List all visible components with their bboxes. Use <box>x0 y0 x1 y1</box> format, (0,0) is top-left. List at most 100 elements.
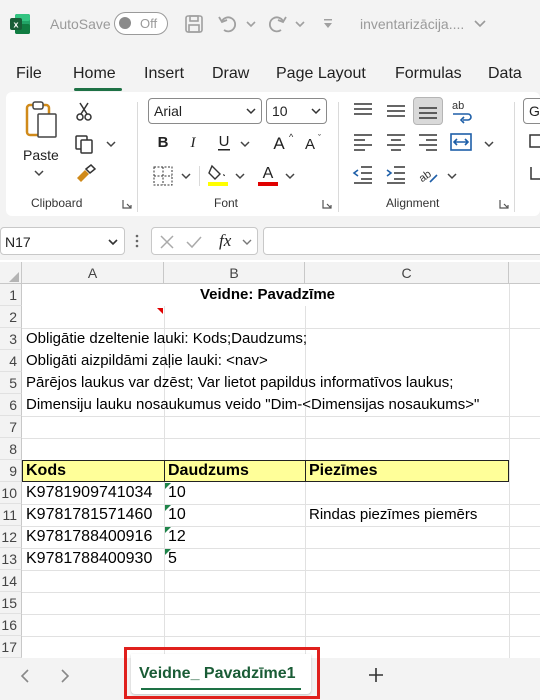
wrap-text-icon[interactable]: ab <box>450 98 476 124</box>
column-header-a[interactable]: A <box>22 262 164 284</box>
tab-insert[interactable]: Insert <box>144 65 184 83</box>
tab-data[interactable]: Data <box>488 65 522 83</box>
document-title[interactable]: inventarizācija.... <box>360 16 464 32</box>
formula-input[interactable] <box>263 227 540 255</box>
borders-chevron-icon[interactable] <box>180 171 192 181</box>
row-header[interactable]: 4 <box>0 350 22 372</box>
increase-font-size-icon[interactable]: A ^ <box>270 131 294 153</box>
note-cell[interactable]: Obligāti aizpildāmi zaļie lauki: <nav> <box>22 350 268 372</box>
daudzums-cell[interactable]: 12 <box>164 526 186 548</box>
kods-cell[interactable]: K9781781571460 <box>22 504 152 526</box>
align-top-icon[interactable] <box>351 100 375 122</box>
merge-chevron-icon[interactable] <box>483 139 495 149</box>
decrease-font-size-icon[interactable]: Aˇ <box>302 133 324 153</box>
paste-label[interactable]: Paste <box>23 147 59 163</box>
row-header[interactable]: 17 <box>0 636 22 658</box>
row-header[interactable]: 2 <box>0 306 22 328</box>
row-header[interactable]: 11 <box>0 504 22 526</box>
kods-cell[interactable]: K9781788400916 <box>22 526 152 548</box>
font-launcher-icon[interactable] <box>322 199 332 209</box>
bold-icon[interactable]: B <box>154 133 172 151</box>
undo-icon[interactable] <box>216 12 240 36</box>
copy-chevron-down-icon[interactable] <box>105 139 117 149</box>
align-center-icon[interactable] <box>384 131 408 153</box>
row-header[interactable]: 8 <box>0 438 22 460</box>
italic-icon[interactable]: I <box>184 133 202 151</box>
number-format-select[interactable]: Ge <box>523 98 540 124</box>
align-middle-icon[interactable] <box>384 100 408 122</box>
row-header[interactable]: 15 <box>0 592 22 614</box>
row-header[interactable]: 3 <box>0 328 22 350</box>
sheet-title-cell[interactable]: Veidne: Pavadzīme <box>22 284 509 306</box>
column-header-d[interactable] <box>509 262 540 284</box>
row-header[interactable]: 13 <box>0 548 22 570</box>
font-size-select[interactable]: 10 <box>266 98 327 124</box>
underline-icon[interactable]: U <box>215 132 235 152</box>
confirm-entry-icon[interactable] <box>185 234 203 250</box>
format-painter-icon[interactable] <box>73 164 97 186</box>
row-header[interactable]: 9 <box>0 460 22 482</box>
note-cell[interactable]: Obligātie dzeltenie lauki: Kods;Daudzums… <box>22 328 307 350</box>
redo-icon[interactable] <box>265 12 289 36</box>
piezimes-cell[interactable]: Rindas piezīmes piemērs <box>305 504 477 526</box>
undo-dropdown-chevron-icon[interactable] <box>244 12 258 36</box>
row-header[interactable]: 12 <box>0 526 22 548</box>
tab-home[interactable]: Home <box>73 65 116 83</box>
row-header[interactable]: 5 <box>0 372 22 394</box>
font-name-select[interactable]: Arial <box>148 98 262 124</box>
select-all-corner[interactable] <box>0 262 22 284</box>
alignment-launcher-icon[interactable] <box>499 199 509 209</box>
row-header[interactable]: 1 <box>0 284 22 306</box>
daudzums-cell[interactable]: 5 <box>164 548 177 570</box>
orientation-chevron-icon[interactable] <box>446 171 458 181</box>
header-cell-piezimes[interactable]: Piezīmes <box>305 460 509 482</box>
align-left-icon[interactable] <box>351 131 375 153</box>
row-header[interactable]: 16 <box>0 614 22 636</box>
redo-dropdown-chevron-icon[interactable] <box>293 12 307 36</box>
header-cell-daudzums[interactable]: Daudzums <box>164 460 306 482</box>
formula-bar-grip-icon[interactable] <box>134 232 140 250</box>
underline-chevron-icon[interactable] <box>239 139 251 149</box>
currency-format-icon[interactable] <box>528 131 540 153</box>
row-header[interactable]: 14 <box>0 570 22 592</box>
name-box-chevron-icon[interactable] <box>107 237 119 247</box>
customize-toolbar-icon[interactable] <box>321 12 335 36</box>
daudzums-cell[interactable]: 10 <box>164 482 186 504</box>
decrease-indent-icon[interactable] <box>351 163 375 185</box>
copy-icon[interactable] <box>73 133 95 155</box>
previous-sheet-icon[interactable] <box>19 668 31 684</box>
fill-color-icon[interactable] <box>206 162 230 188</box>
add-sheet-icon[interactable] <box>366 665 386 685</box>
clipboard-launcher-icon[interactable] <box>122 199 132 209</box>
kods-cell[interactable]: K9781788400930 <box>22 548 152 570</box>
borders-icon[interactable] <box>152 165 174 187</box>
note-cell[interactable]: Pārējos laukus var dzēst; Var lietot pap… <box>22 372 453 394</box>
insert-function-icon[interactable]: fx <box>219 231 231 251</box>
column-header-c[interactable]: C <box>305 262 509 284</box>
kods-cell[interactable]: K9781909741034 <box>22 482 152 504</box>
row-header[interactable]: 10 <box>0 482 22 504</box>
paste-chevron-down-icon[interactable] <box>33 168 45 178</box>
merge-center-icon[interactable] <box>449 131 473 153</box>
autosave-toggle[interactable]: Off <box>114 12 168 35</box>
cut-icon[interactable] <box>73 100 95 122</box>
cancel-entry-icon[interactable] <box>159 234 175 250</box>
daudzums-cell[interactable]: 10 <box>164 504 186 526</box>
name-box[interactable]: N17 <box>0 227 125 255</box>
align-right-icon[interactable] <box>416 131 440 153</box>
header-cell-kods[interactable]: Kods <box>22 460 165 482</box>
row-header[interactable]: 7 <box>0 416 22 438</box>
title-chevron-down-icon[interactable] <box>473 16 487 30</box>
fx-chevron-icon[interactable] <box>241 237 253 247</box>
row-header[interactable]: 6 <box>0 394 22 416</box>
paste-icon[interactable] <box>24 100 60 140</box>
font-color-chevron-icon[interactable] <box>284 171 296 181</box>
font-color-icon[interactable]: A <box>256 162 280 188</box>
tab-formulas[interactable]: Formulas <box>395 65 462 83</box>
save-icon[interactable] <box>182 12 206 36</box>
column-header-b[interactable]: B <box>164 262 305 284</box>
tab-draw[interactable]: Draw <box>212 65 249 83</box>
increase-indent-icon[interactable] <box>384 163 408 185</box>
increase-decimal-icon[interactable] <box>528 163 540 185</box>
note-cell[interactable]: Dimensiju lauku nosaukumus veido "Dim-<D… <box>22 394 479 416</box>
